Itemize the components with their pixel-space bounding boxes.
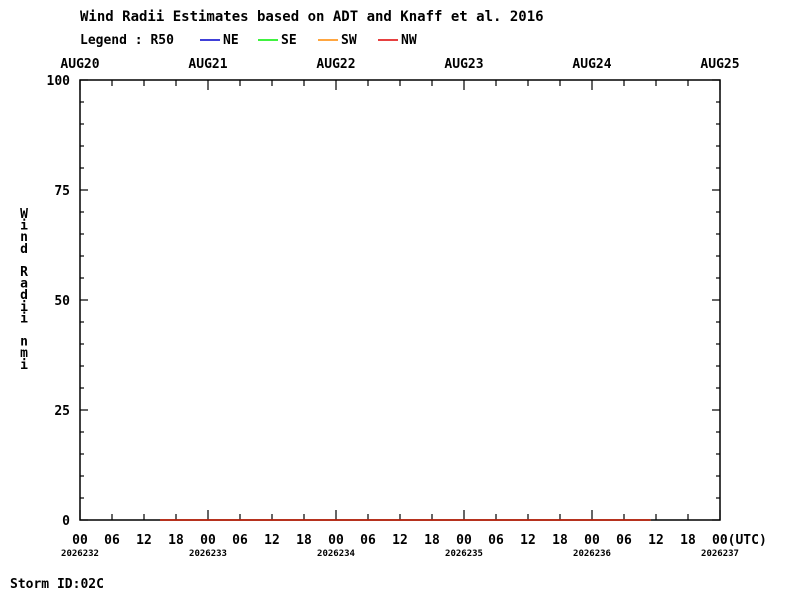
x-hour-label: 00 (328, 533, 344, 548)
legend-title: Legend : R50 (80, 33, 174, 48)
wind-radii-chart: Wind Radii Estimates based on ADT and Kn… (10, 9, 767, 592)
x-hour-label: 06 (360, 533, 376, 548)
storm-id: Storm ID:02C (10, 577, 104, 592)
x-date-label: AUG25 (700, 57, 739, 72)
x-date-label: AUG23 (444, 57, 483, 72)
x-hour-label: 18 (552, 533, 568, 548)
y-tick-label: 25 (54, 404, 70, 419)
x-hour-label: 18 (424, 533, 440, 548)
x-hour-label: 00 (72, 533, 88, 548)
x-hour-label: 12 (648, 533, 664, 548)
y-tick-label: 75 (54, 184, 70, 199)
x-hour-label: 00 (584, 533, 600, 548)
x-hour-label: 12 (392, 533, 408, 548)
y-axis-label-char: i (20, 358, 28, 373)
y-tick-label: 0 (62, 514, 70, 529)
legend: NE SE SW NW (200, 33, 417, 48)
x-julian-label: 2026237 (701, 549, 739, 559)
x-hour-label: 18 (296, 533, 312, 548)
x-julian-label: 2026235 (445, 549, 483, 559)
x-hour-label: 18 (168, 533, 184, 548)
legend-label-ne: NE (223, 33, 239, 48)
chart-title: Wind Radii Estimates based on ADT and Kn… (80, 9, 544, 25)
x-hour-label: 00 (456, 533, 472, 548)
y-axis-label-char: i (20, 311, 28, 326)
x-hour-label: 00 (200, 533, 216, 548)
y-tick-label: 50 (54, 294, 70, 309)
x-date-label: AUG24 (572, 57, 611, 72)
x-hour-label: 12 (264, 533, 280, 548)
x-julian-label: 2026233 (189, 549, 227, 559)
x-julian-label: 2026234 (317, 549, 356, 559)
x-julian-label: 2026236 (573, 549, 611, 559)
plot-frame (79, 79, 721, 521)
y-tick-label: 100 (47, 74, 71, 89)
x-hour-label: 12 (520, 533, 536, 548)
x-date-label: AUG22 (316, 57, 355, 72)
x-hour-label: 00(UTC) (712, 533, 767, 548)
legend-label-se: SE (281, 33, 297, 48)
x-hour-label: 06 (488, 533, 504, 548)
x-hour-label: 06 (616, 533, 632, 548)
x-date-label: AUG20 (60, 57, 99, 72)
x-date-label: AUG21 (188, 57, 227, 72)
plot-area: 0 25 50 75 100 AUG20 AUG21 AUG22 AUG23 AUG24 AUG25… (20, 57, 767, 559)
x-hour-label: 06 (232, 533, 248, 548)
x-hour-label: 18 (680, 533, 696, 548)
y-axis-label-char: d (20, 242, 28, 257)
legend-label-nw: NW (401, 33, 417, 48)
legend-label-sw: SW (341, 33, 357, 48)
x-hour-label: 12 (136, 533, 152, 548)
x-julian-label: 2026232 (61, 549, 99, 559)
x-hour-label: 06 (104, 533, 120, 548)
